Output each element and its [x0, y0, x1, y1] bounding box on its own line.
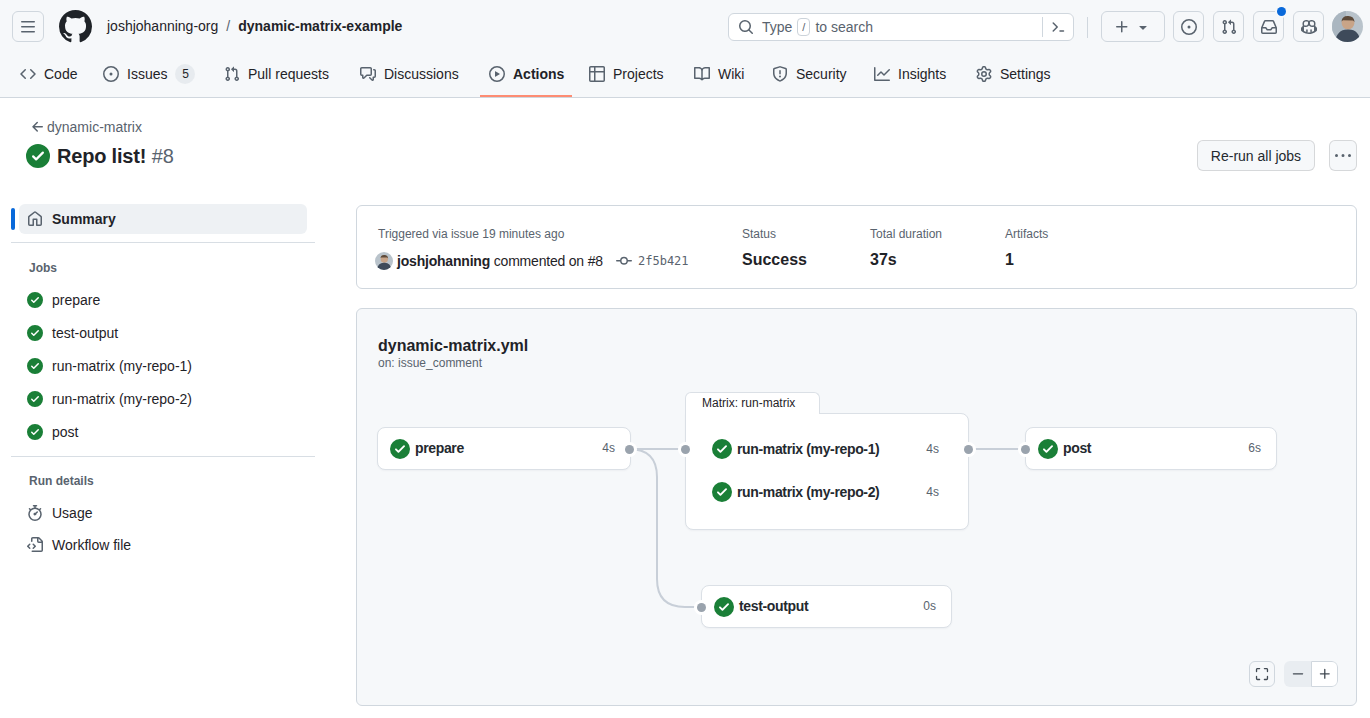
job-run-matrix-2[interactable]: run-matrix (my-repo-2) [27, 391, 192, 407]
notification-dot [1277, 7, 1286, 16]
kebab-menu[interactable] [1329, 140, 1357, 171]
avatar[interactable] [1332, 11, 1363, 42]
github-logo[interactable] [59, 10, 92, 43]
matrix-label: Matrix: run-matrix [685, 392, 820, 414]
job-post[interactable]: post [27, 424, 78, 440]
matrix-group: run-matrix (my-repo-1) 4s run-matrix (my… [685, 413, 969, 530]
github-actions-run-page: joshjohanning-org/dynamic-matrix-example… [0, 0, 1370, 718]
copilot-button[interactable] [1293, 11, 1324, 42]
hamburger[interactable] [12, 11, 44, 42]
tab-settings[interactable]: Settings [976, 60, 1051, 88]
job-test-output[interactable]: test-output [27, 325, 118, 341]
zoom-in[interactable] [1311, 661, 1338, 687]
run-title: Repo list! #8 [57, 144, 174, 168]
workflow-graph-card: dynamic-matrix.yml on: issue_comment pre… [356, 308, 1357, 706]
commit-avatar [375, 252, 393, 270]
tab-code[interactable]: Code [20, 60, 77, 88]
tab-discussions[interactable]: Discussions [360, 60, 459, 88]
matrix-job-2[interactable]: run-matrix (my-repo-2) [737, 484, 879, 500]
node-post[interactable]: post 6s [1025, 427, 1277, 470]
run-status-icon [26, 144, 50, 168]
app-header: joshjohanning-org/dynamic-matrix-example… [0, 0, 1370, 98]
zoom-out[interactable] [1284, 661, 1311, 687]
pulls-button[interactable] [1213, 11, 1244, 42]
tab-projects[interactable]: Projects [589, 60, 664, 88]
node-test-output[interactable]: test-output 0s [701, 585, 952, 628]
tab-actions[interactable]: Actions [489, 60, 564, 88]
tab-underline [480, 95, 572, 97]
tab-insights[interactable]: Insights [874, 60, 946, 88]
zoom-controls [1284, 661, 1338, 687]
back-arrow [30, 119, 46, 135]
commit-icon [616, 253, 632, 269]
tab-issues[interactable]: Issues 5 [103, 60, 195, 88]
issues-button[interactable] [1173, 11, 1204, 42]
job-run-matrix-1[interactable]: run-matrix (my-repo-1) [27, 358, 192, 374]
breadcrumb: joshjohanning-org/dynamic-matrix-example [107, 16, 402, 37]
tab-pull-requests[interactable]: Pull requests [224, 60, 329, 88]
nav-workflow-file[interactable]: Workflow file [27, 537, 131, 553]
create-new[interactable] [1101, 11, 1165, 42]
nav-summary[interactable]: Summary [27, 211, 116, 227]
jobs-heading: Jobs [29, 261, 57, 275]
summary-indicator [11, 208, 15, 230]
rerun-all-jobs[interactable]: Re-run all jobs [1197, 140, 1315, 171]
trigger-line: joshjohanning commented on #8 [397, 251, 603, 271]
nav-usage[interactable]: Usage [27, 505, 92, 521]
run-summary-card: Triggered via issue 19 minutes ago joshj… [356, 205, 1357, 289]
matrix-job-1[interactable]: run-matrix (my-repo-1) [737, 441, 879, 457]
node-prepare[interactable]: prepare 4s [377, 427, 631, 470]
commit-sha[interactable]: 2f5b421 [638, 254, 689, 269]
tab-security[interactable]: Security [772, 60, 847, 88]
run-details-heading: Run details [29, 474, 94, 488]
job-prepare[interactable]: prepare [27, 292, 100, 308]
fullscreen-button[interactable] [1249, 661, 1275, 687]
search-box[interactable]: Type/to search [728, 13, 1074, 41]
tab-wiki[interactable]: Wiki [694, 60, 744, 88]
back-link[interactable]: dynamic-matrix [47, 120, 142, 134]
